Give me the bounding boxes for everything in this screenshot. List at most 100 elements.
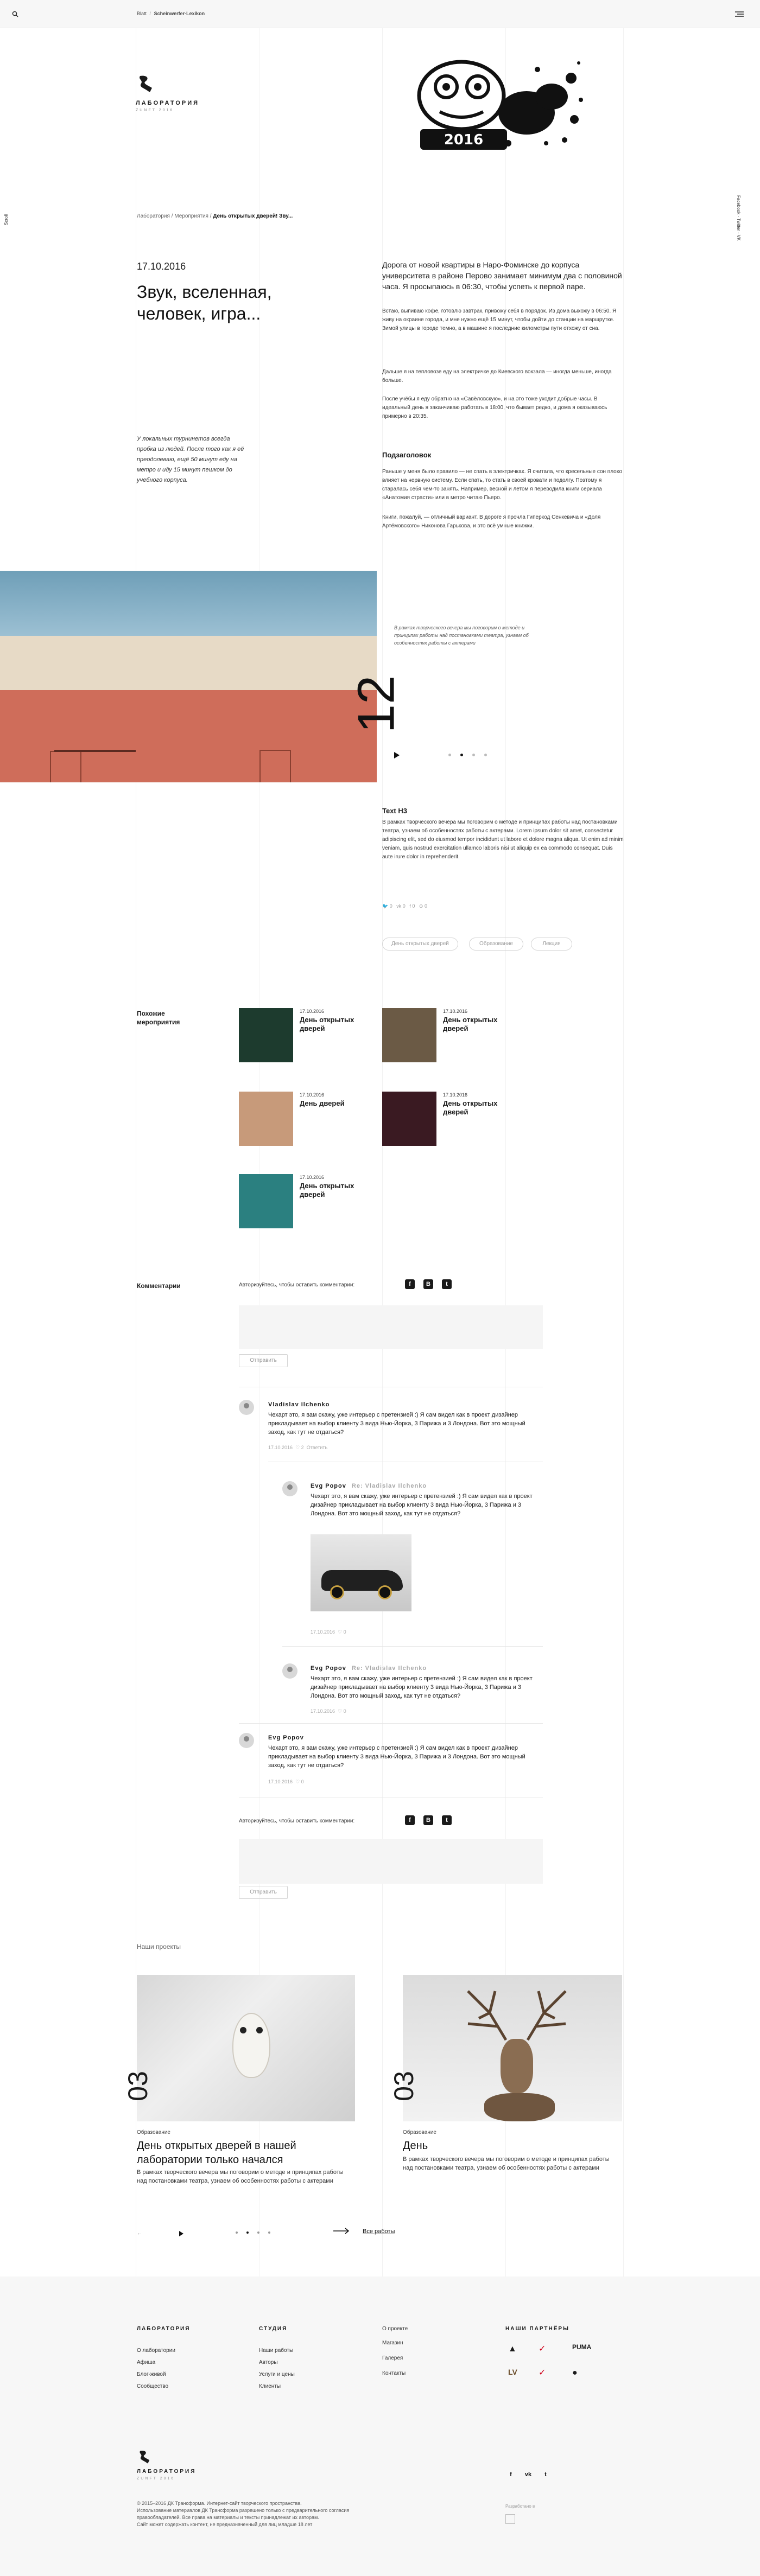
twitter-login-icon[interactable]: t xyxy=(442,1815,452,1825)
copyright-line: © 2015–2016 ДК Трансформа. Интернет-сайт… xyxy=(137,2501,302,2506)
comment-text: Чехарт это, я вам скажу, уже интерьер с … xyxy=(311,1675,533,1699)
footer-link[interactable]: О проекте xyxy=(382,2325,408,2333)
partner-logo-adidas[interactable]: ▲ xyxy=(508,2343,517,2355)
footer-link[interactable]: О лаборатории xyxy=(137,2347,175,2355)
like-icon[interactable]: ♡ xyxy=(295,1445,300,1450)
footer-facebook-icon[interactable]: f xyxy=(506,2470,516,2479)
facebook-login-icon[interactable]: f xyxy=(405,1279,415,1289)
article-paragraph: Встаю, выпиваю кофе, готовлю завтрак, пр… xyxy=(382,308,617,331)
vk-login-icon[interactable]: B xyxy=(423,1279,433,1289)
logo[interactable]: ЛАБОРАТОРИЯ ZUNFT 2016 xyxy=(136,74,212,112)
gallery-dots[interactable] xyxy=(448,754,503,757)
related-date: 17.10.2016 xyxy=(443,1092,468,1098)
share-ok-icon[interactable]: ⊙ xyxy=(419,903,423,909)
footer-link[interactable]: Афиша xyxy=(137,2359,155,2367)
gallery-play-button[interactable] xyxy=(394,752,400,758)
related-title: День открытых дверей xyxy=(300,1182,354,1198)
logo-icon xyxy=(140,2451,150,2464)
related-item[interactable]: 17.10.2016 День открытых дверей xyxy=(382,1008,512,1062)
share-count: 0 xyxy=(402,903,406,909)
logo-tagline: ZUNFT 2016 xyxy=(136,109,174,113)
related-date: 17.10.2016 xyxy=(300,1009,325,1014)
avatar xyxy=(282,1663,297,1679)
like-icon[interactable]: ♡ xyxy=(338,1708,342,1714)
related-item[interactable]: 17.10.2016 День открытых дверей xyxy=(239,1008,369,1062)
breadcrumb-item[interactable]: Лаборатория xyxy=(137,213,170,219)
projects-play-icon[interactable] xyxy=(179,2230,183,2236)
related-item[interactable]: 17.10.2016 День открытых дверей xyxy=(382,1092,512,1146)
vk-login-icon[interactable]: B xyxy=(423,1815,433,1825)
breadcrumb-item[interactable]: Мероприятия xyxy=(174,213,208,219)
article-date: 17.10.2016 xyxy=(137,261,186,272)
footer-vk-icon[interactable]: vk xyxy=(523,2470,533,2479)
partner-logo-nike[interactable]: ✓ xyxy=(539,2343,546,2355)
tag[interactable]: Лекция xyxy=(531,938,572,951)
footer-link[interactable]: Услуги и цены xyxy=(259,2371,295,2379)
footer-link[interactable]: Магазин xyxy=(382,2339,403,2348)
projects-dots[interactable] xyxy=(236,2231,290,2234)
projects-next-arrow-icon[interactable] xyxy=(333,2228,350,2234)
projects-prev-icon[interactable]: ← xyxy=(137,2230,142,2238)
partner-logo-nike-2[interactable]: ✓ xyxy=(539,2367,546,2379)
footer-logo[interactable]: ЛАБОРАТОРИЯ ZUNFT 2016 xyxy=(137,2449,213,2482)
article-h3: Text H3 xyxy=(382,807,407,815)
related-item[interactable]: 17.10.2016 День дверей xyxy=(239,1092,369,1146)
related-item[interactable]: 17.10.2016 День открытых дверей xyxy=(239,1174,369,1228)
reply-link[interactable]: Ответить xyxy=(307,1445,327,1450)
comment-text: Чехарт это, я вам скажу, уже интерьер с … xyxy=(268,1412,525,1436)
project-card[interactable] xyxy=(403,1975,625,2138)
facebook-login-icon[interactable]: f xyxy=(405,1815,415,1825)
menu-icon[interactable] xyxy=(735,11,744,17)
twitter-login-icon[interactable]: t xyxy=(442,1279,452,1289)
related-title: День дверей xyxy=(300,1099,345,1107)
logo-icon xyxy=(140,75,152,92)
submit-comment-button[interactable]: Отправить xyxy=(239,1886,288,1899)
share-twitter-icon[interactable]: 🐦 xyxy=(382,903,388,909)
like-icon[interactable]: ♡ xyxy=(338,1629,342,1635)
comment-reply-to: Re: Vladislav Ilchenko xyxy=(351,1665,427,1672)
comment-meta: 17.10.2016 ♡ 2 Ответить xyxy=(268,1444,327,1451)
tag[interactable]: Образование xyxy=(469,938,523,951)
article-paragraph: После учёбы я еду обратно на «Савёловску… xyxy=(382,396,607,419)
comment-textarea[interactable] xyxy=(239,1839,543,1884)
footer-link[interactable]: Клиенты xyxy=(259,2383,281,2391)
footer-link[interactable]: Наши работы xyxy=(259,2347,293,2355)
footer-link[interactable]: Сообщество xyxy=(137,2383,168,2391)
projects-title: Наши проекты xyxy=(137,1943,181,1950)
project-card[interactable] xyxy=(137,1975,359,2138)
partner-logo-puma[interactable]: PUMA xyxy=(572,2343,591,2352)
related-title: День открытых дверей xyxy=(443,1099,498,1116)
footer-twitter-icon[interactable]: t xyxy=(541,2470,550,2479)
hero-graffiti-image: 2016 xyxy=(402,48,586,162)
logo-name: ЛАБОРАТОРИЯ xyxy=(136,100,200,107)
gallery-image xyxy=(0,571,377,782)
comment-photo[interactable] xyxy=(311,1534,411,1611)
footer-link[interactable]: Блог-живой xyxy=(137,2371,166,2379)
related-title: День открытых дверей xyxy=(443,1016,498,1032)
share-bar: 🐦 0 vk 0 f 0 ⊙ 0 xyxy=(382,903,427,910)
all-projects-link[interactable]: Все работы xyxy=(363,2228,395,2236)
top-breadcrumb-home[interactable]: Blatt xyxy=(137,11,147,16)
project-category: Образование xyxy=(403,2129,436,2135)
like-icon[interactable]: ♡ xyxy=(295,1779,300,1784)
footer-link[interactable]: Контакты xyxy=(382,2370,406,2378)
article-subheading: Подзаголовок xyxy=(382,451,432,459)
footer-link[interactable]: Авторы xyxy=(259,2359,278,2367)
tag[interactable]: День открытых дверей xyxy=(382,938,458,951)
share-vk-icon[interactable]: vk xyxy=(396,903,401,909)
footer-link[interactable]: Галерея xyxy=(382,2355,403,2363)
comment-meta: 17.10.2016 ♡ 0 xyxy=(268,1778,304,1786)
auth-prompt: Авторизуйтесь, чтобы оставить комментари… xyxy=(239,1818,355,1824)
search-icon[interactable] xyxy=(12,11,18,17)
partner-logo-apple[interactable]: ● xyxy=(572,2367,578,2379)
submit-comment-button[interactable]: Отправить xyxy=(239,1354,288,1367)
project-image-owl xyxy=(137,1975,355,2121)
side-social-label[interactable]: Facebook · Twitter · VK xyxy=(735,195,742,240)
comment-textarea[interactable] xyxy=(239,1305,543,1349)
comment-meta: 17.10.2016 ♡ 0 xyxy=(311,1629,346,1636)
share-fb-icon[interactable]: f xyxy=(409,903,411,909)
project-title: День xyxy=(403,2140,428,2152)
partner-logo-lv[interactable]: LV xyxy=(508,2367,517,2377)
developer-logo[interactable] xyxy=(505,2514,515,2524)
avatar xyxy=(239,1400,254,1415)
